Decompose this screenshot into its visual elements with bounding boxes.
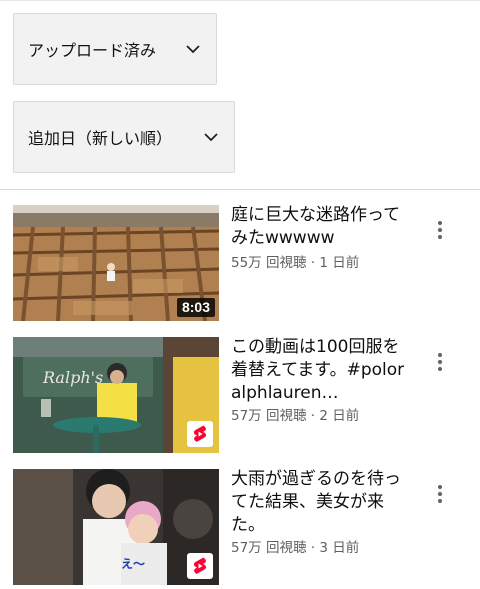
shorts-icon — [187, 553, 213, 579]
view-count: 57万 回視聴 — [231, 540, 307, 556]
chevron-down-icon — [186, 45, 200, 54]
video-duration: 8:03 — [176, 298, 215, 317]
more-vert-icon — [438, 352, 442, 373]
more-options-button[interactable] — [427, 349, 453, 375]
top-border — [0, 0, 480, 1]
video-meta: 57万 回視聴 · 2 日前 — [231, 404, 359, 424]
video-thumbnail[interactable]: Ralph's — [13, 337, 219, 453]
more-options-button[interactable] — [427, 481, 453, 507]
thumbnail-caption: え〜 — [121, 557, 146, 571]
upload-age: 1 日前 — [319, 255, 360, 271]
video-meta: 55万 回視聴 · 1 日前 — [231, 251, 359, 271]
section-divider — [0, 189, 480, 190]
video-title[interactable]: この動画は100回服を着替えてます。#poloralphlauren… — [231, 336, 405, 405]
meta-separator: · — [310, 408, 316, 424]
more-vert-icon — [438, 220, 442, 241]
video-thumbnail[interactable]: え〜 — [13, 469, 219, 585]
video-meta: 57万 回視聴 · 3 日前 — [231, 536, 359, 556]
view-count: 55万 回視聴 — [231, 255, 307, 271]
video-title[interactable]: 庭に巨大な迷路作ってみたwwwww — [231, 204, 405, 250]
svg-text:Ralph's: Ralph's — [42, 368, 103, 387]
video-title[interactable]: 大雨が過ぎるのを待ってた結果、美女が来た。 — [231, 468, 405, 537]
video-thumbnail[interactable]: 8:03 — [13, 205, 219, 321]
video-item[interactable]: 8:03 庭に巨大な迷路作ってみたwwwww 55万 回視聴 · 1 日前 — [13, 205, 480, 322]
more-vert-icon — [438, 484, 442, 505]
meta-separator: · — [310, 255, 316, 271]
more-options-button[interactable] — [427, 217, 453, 243]
upload-type-dropdown[interactable]: アップロード済み — [13, 13, 217, 85]
sort-order-dropdown[interactable]: 追加日（新しい順） — [13, 101, 235, 173]
video-item[interactable]: え〜 大雨が過ぎるのを待ってた結果、美女が来た。 57万 回視聴 · 3 日前 — [13, 469, 480, 586]
sort-order-label: 追加日（新しい順） — [28, 129, 173, 148]
upload-age: 2 日前 — [319, 408, 360, 424]
upload-age: 3 日前 — [319, 540, 360, 556]
video-item[interactable]: Ralph's この動画は100回服を着替えてます。#poloralphlaur… — [13, 337, 480, 454]
shorts-icon — [187, 421, 213, 447]
upload-type-label: アップロード済み — [28, 41, 157, 60]
chevron-down-icon — [204, 133, 218, 142]
view-count: 57万 回視聴 — [231, 408, 307, 424]
meta-separator: · — [310, 540, 316, 556]
